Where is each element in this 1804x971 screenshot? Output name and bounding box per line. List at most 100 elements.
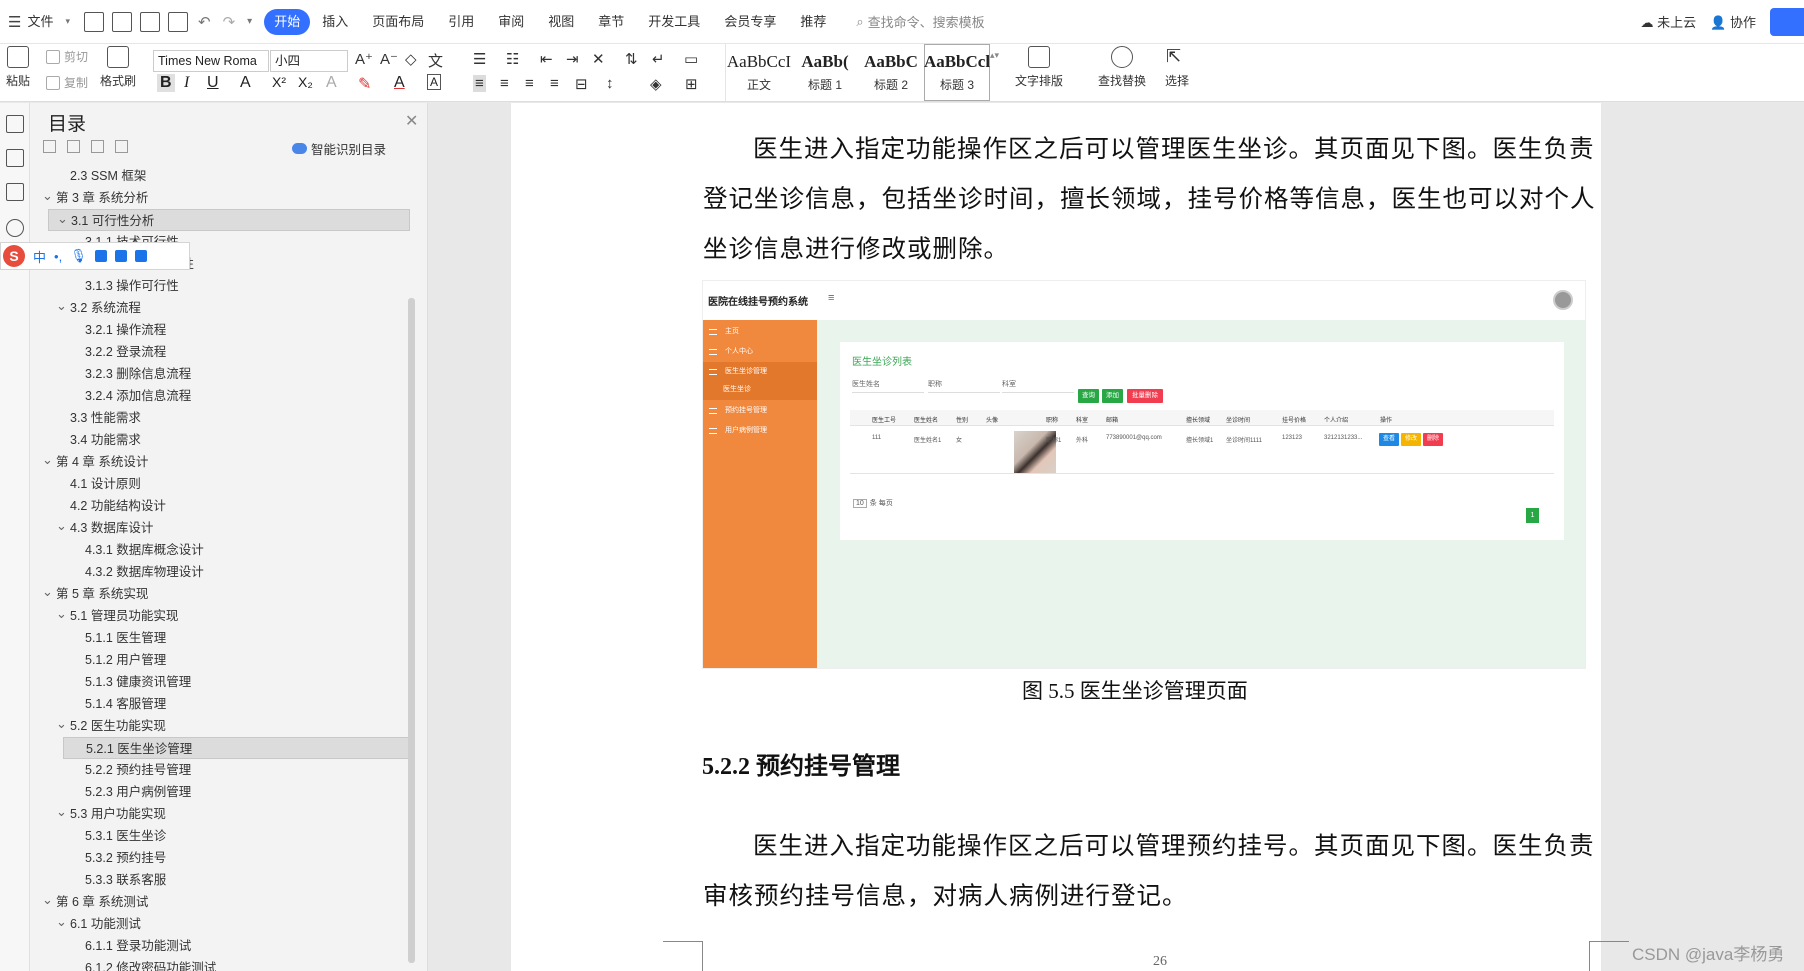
toc-item[interactable]: 5.1.4 客服管理	[30, 693, 410, 715]
toc-item[interactable]: ⌄ 第 3 章 系统分析	[30, 187, 410, 209]
underline-button[interactable]: U	[207, 74, 219, 92]
export-icon[interactable]	[112, 11, 132, 32]
distribute-icon[interactable]: ⊟	[575, 75, 588, 93]
toc-item[interactable]: 5.2.3 用户病例管理	[30, 781, 410, 803]
bullet-list-icon[interactable]: ☰	[473, 50, 486, 68]
share-button[interactable]	[1770, 7, 1804, 36]
chevron-down-icon[interactable]: ⌄	[57, 208, 68, 230]
toc-item[interactable]: ⌄ 6.1 功能测试	[30, 913, 410, 935]
clear-format-icon[interactable]: ◇	[405, 50, 417, 68]
align-left-icon[interactable]: ≡	[473, 75, 486, 92]
toolbox-icon[interactable]	[134, 250, 147, 262]
collapse-all-icon[interactable]	[43, 140, 56, 153]
copy-button[interactable]: 复制	[46, 74, 88, 91]
cloud-status[interactable]: ☁ 未上云	[1641, 12, 1697, 31]
toc-item[interactable]: 3.2.3 删除信息流程	[30, 363, 410, 385]
print-icon[interactable]	[140, 11, 160, 32]
toc-item[interactable]: ⌄ 5.1 管理员功能实现	[30, 605, 410, 627]
chevron-down-icon[interactable]: ⌄	[42, 185, 53, 207]
toc-item[interactable]: 2.3 SSM 框架	[30, 165, 410, 187]
chevron-down-icon[interactable]: ⌄	[42, 889, 53, 911]
chevron-down-icon[interactable]: ⌄	[56, 911, 67, 933]
toc-item[interactable]: 4.3.1 数据库概念设计	[30, 539, 410, 561]
gallery-scroll-icon[interactable]: ▴▾	[990, 50, 999, 61]
align-center-icon[interactable]: ≡	[500, 75, 509, 92]
font-size-select[interactable]: 小四	[270, 50, 348, 72]
bookmark-icon[interactable]	[6, 183, 24, 201]
toc-item[interactable]: 5.3.1 医生坐诊	[30, 825, 410, 847]
hamburger-icon[interactable]: ☰	[8, 13, 21, 31]
text-effect-button[interactable]: A	[326, 74, 337, 92]
style-2[interactable]: AaBbC 标题 2	[858, 44, 924, 101]
toc-item[interactable]: 4.3.2 数据库物理设计	[30, 561, 410, 583]
highlight-icon[interactable]: ✎	[358, 74, 371, 94]
align-right-icon[interactable]: ≡	[525, 75, 534, 92]
char-border-button[interactable]: A	[427, 74, 442, 90]
toc-icon[interactable]	[6, 115, 24, 133]
format-painter-button[interactable]: 格式刷	[100, 46, 136, 89]
toc-item[interactable]: ⌄ 3.1 可行性分析	[48, 209, 410, 231]
text-layout-button[interactable]: 文字排版	[1015, 46, 1063, 89]
tab-9[interactable]: 推荐	[788, 9, 838, 35]
file-menu[interactable]: 文件	[21, 9, 65, 35]
search-icon[interactable]	[6, 219, 24, 237]
toc-item[interactable]: 5.2.2 预约挂号管理	[30, 759, 410, 781]
toc-item[interactable]: ⌄ 第 4 章 系统设计	[30, 451, 410, 473]
tab-0[interactable]: 开始	[264, 8, 311, 35]
ruler-icon[interactable]: ▭	[684, 50, 698, 68]
ime-punctuation-toggle[interactable]: •,	[54, 249, 62, 264]
command-search[interactable]: ⌕ 查找命令、搜索模板	[856, 12, 984, 31]
redo-icon[interactable]: ↷	[223, 13, 236, 31]
grow-font-icon[interactable]: A⁺	[355, 50, 373, 68]
shrink-font-icon[interactable]: A⁻	[380, 50, 398, 68]
ime-language-toggle[interactable]: 中	[33, 247, 46, 266]
toc-item[interactable]: ⌄ 第 5 章 系统实现	[30, 583, 410, 605]
save-icon[interactable]	[84, 11, 104, 32]
toc-item[interactable]: 3.2.2 登录流程	[30, 341, 410, 363]
toc-item[interactable]: 5.1.2 用户管理	[30, 649, 410, 671]
toc-item[interactable]: 3.2.4 添加信息流程	[30, 385, 410, 407]
chevron-down-icon[interactable]: ⌄	[56, 603, 67, 625]
chevron-down-icon[interactable]: ⌄	[56, 515, 67, 537]
find-replace-button[interactable]: 查找替换	[1098, 46, 1146, 89]
toc-item[interactable]: 5.1.3 健康资讯管理	[30, 671, 410, 693]
style-0[interactable]: AaBbCcI 正文	[726, 44, 792, 101]
toc-item[interactable]: 3.3 性能需求	[30, 407, 410, 429]
bold-button[interactable]: B	[157, 74, 175, 92]
close-icon[interactable]: ✕	[405, 111, 418, 131]
justify-icon[interactable]: ≡	[550, 75, 559, 92]
tab-5[interactable]: 视图	[536, 9, 586, 35]
tab-7[interactable]: 开发工具	[636, 9, 712, 35]
chevron-down-icon[interactable]: ⌄	[56, 713, 67, 735]
style-1[interactable]: AaBb(标题 1	[792, 44, 858, 101]
toc-item[interactable]: 3.1.3 操作可行性	[30, 275, 410, 297]
toc-item[interactable]: 5.3.3 联系客服	[30, 869, 410, 891]
toc-item[interactable]: 5.3.2 预约挂号	[30, 847, 410, 869]
chevron-down-icon[interactable]: ⌄	[56, 801, 67, 823]
toc-item[interactable]: 6.1.1 登录功能测试	[30, 935, 410, 957]
paste-button[interactable]: 粘贴	[6, 46, 30, 89]
toc-item[interactable]: ⌄ 4.3 数据库设计	[30, 517, 410, 539]
font-name-select[interactable]: Times New Roma	[153, 50, 269, 72]
chevron-down-icon[interactable]: ⌄	[56, 295, 67, 317]
cut-button[interactable]: 剪切	[46, 48, 88, 65]
tab-2[interactable]: 页面布局	[360, 9, 436, 35]
toc-scrollbar[interactable]	[408, 298, 415, 963]
numbered-list-icon[interactable]: ☷	[506, 50, 519, 68]
chinese-layout-icon[interactable]: ✕	[592, 50, 605, 68]
skin-icon[interactable]	[114, 250, 127, 262]
strikethrough-button[interactable]: A	[240, 74, 251, 92]
toc-item[interactable]: 3.4 功能需求	[30, 429, 410, 451]
tab-1[interactable]: 插入	[310, 9, 360, 35]
shading-icon[interactable]: ◈	[650, 75, 662, 93]
superscript-button[interactable]: X²	[272, 74, 286, 90]
remove-heading-icon[interactable]	[115, 140, 128, 153]
microphone-icon[interactable]: 🎙	[70, 248, 87, 264]
smart-toc-button[interactable]: 智能识别目录	[292, 139, 386, 158]
borders-icon[interactable]: ⊞	[685, 75, 698, 93]
toc-item[interactable]: ⌄ 5.3 用户功能实现	[30, 803, 410, 825]
decrease-indent-icon[interactable]: ⇤	[540, 50, 553, 68]
increase-indent-icon[interactable]: ⇥	[566, 50, 579, 68]
keyboard-icon[interactable]	[94, 250, 107, 262]
tab-6[interactable]: 章节	[586, 9, 636, 35]
